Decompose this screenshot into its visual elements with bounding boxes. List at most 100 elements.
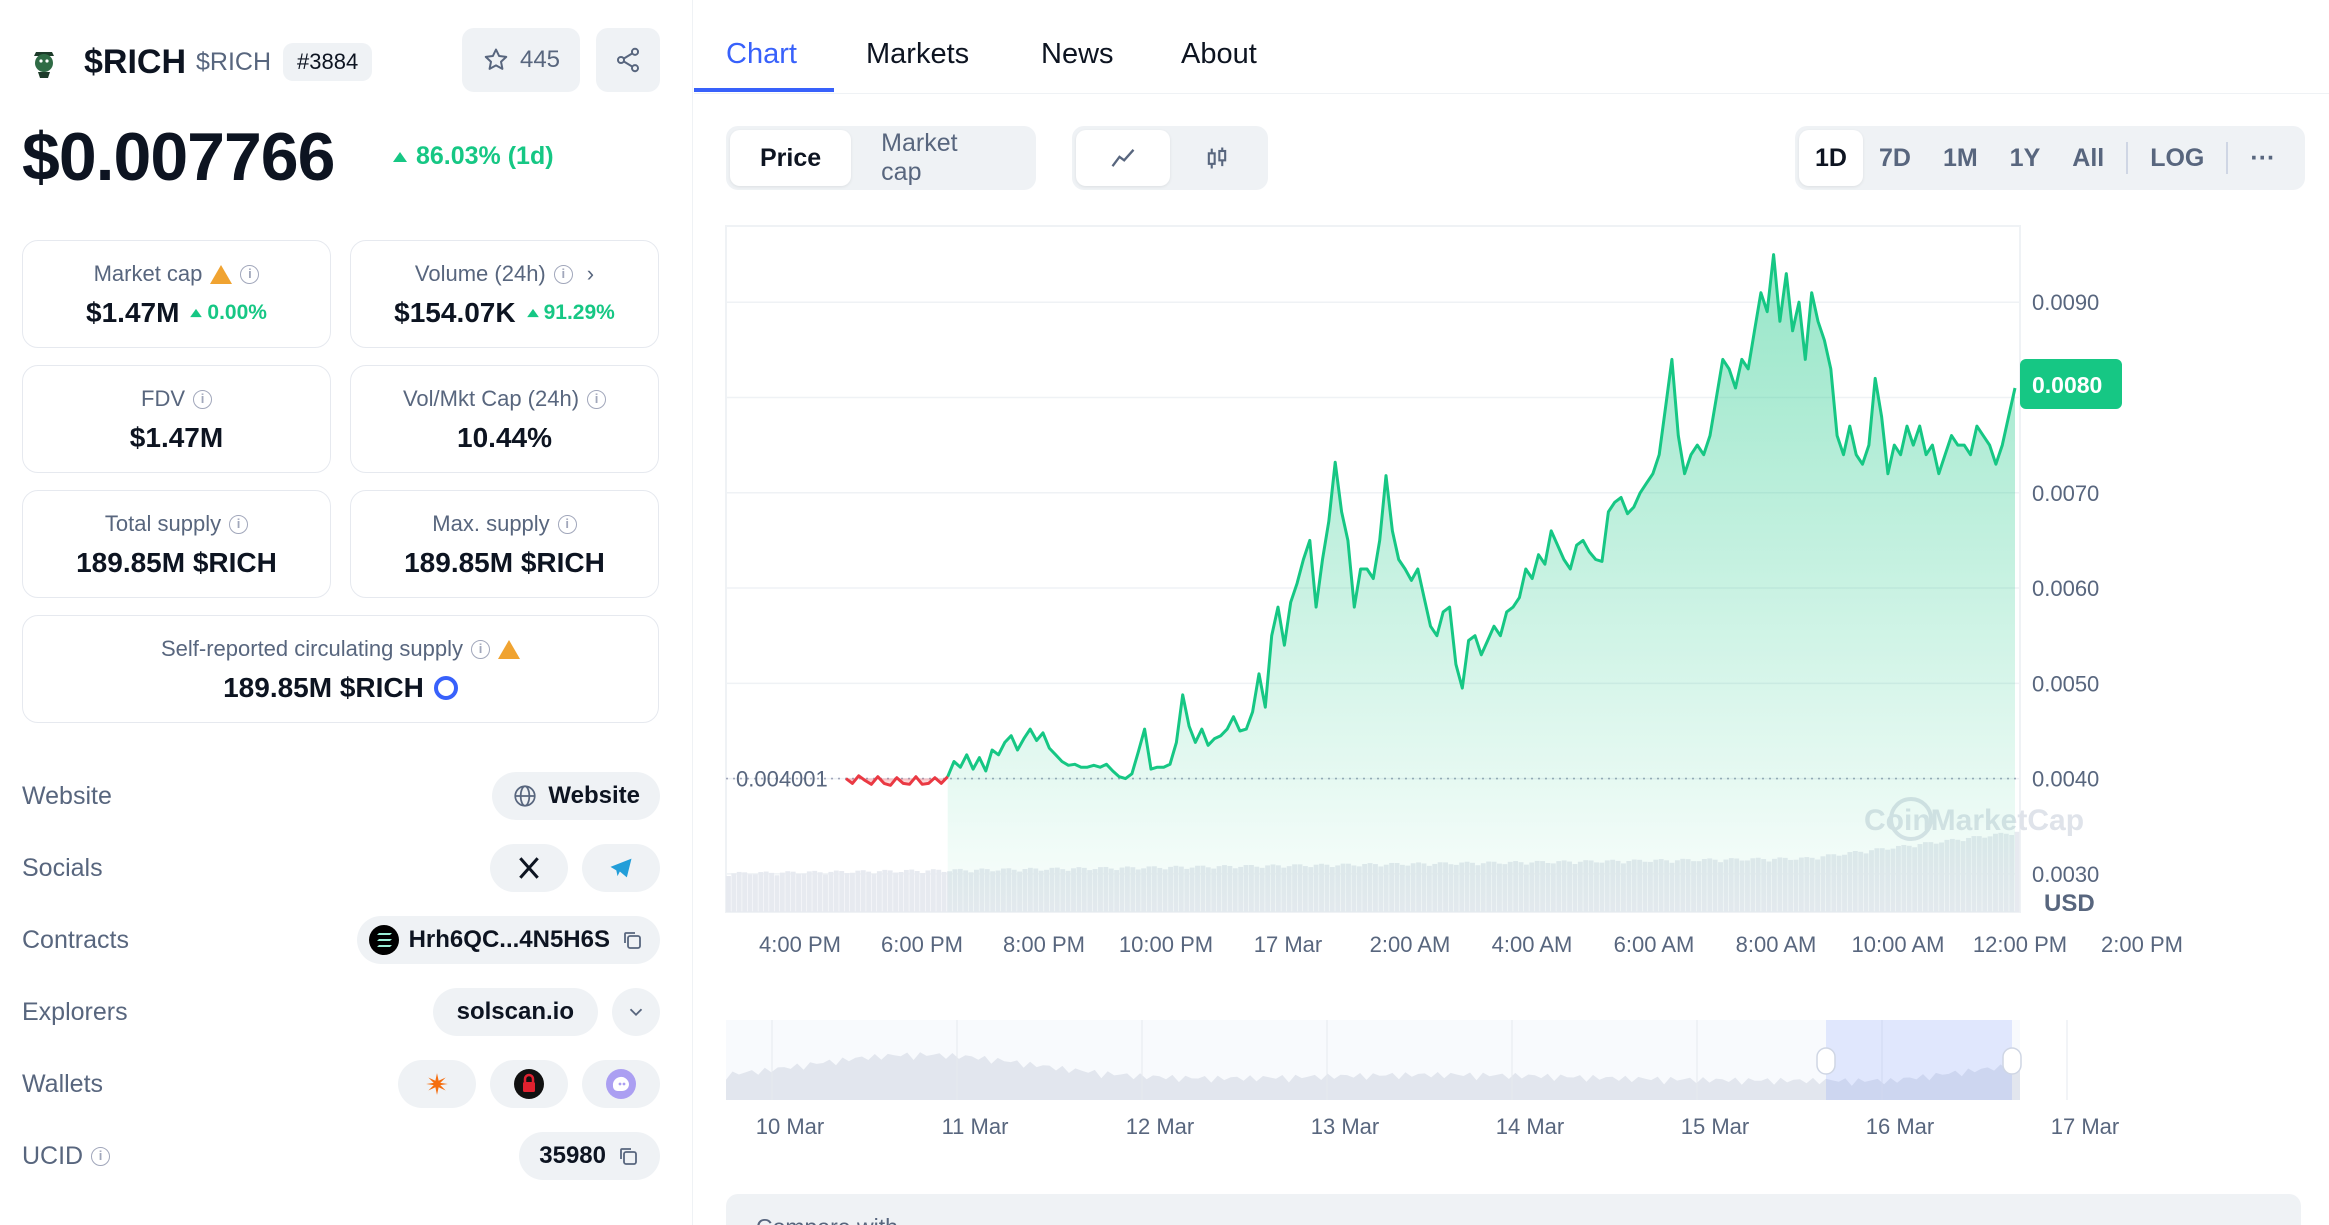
volume-bar <box>920 873 925 912</box>
log-scale-toggle[interactable]: LOG <box>2134 130 2220 186</box>
total-supply-card: Total supply i 189.85M $RICH <box>22 490 331 598</box>
warning-icon[interactable] <box>210 264 233 284</box>
info-icon[interactable]: i <box>193 389 212 409</box>
compare-with-bar[interactable]: Compare with <box>726 1194 2301 1225</box>
volume-bar <box>866 871 872 912</box>
volume-value: $154.07K <box>394 297 516 328</box>
open-price-label: 0.004001 <box>736 767 828 792</box>
ucid-button[interactable]: 35980 <box>519 1132 660 1180</box>
copy-icon[interactable] <box>620 928 644 952</box>
info-icon[interactable]: i <box>587 389 607 409</box>
range-1m[interactable]: 1M <box>1927 130 1994 186</box>
warning-icon[interactable] <box>498 639 521 659</box>
website-label: Website <box>22 781 112 810</box>
market-cap-card: Market cap i $1.47M 0.00% <box>22 240 331 348</box>
total-supply-label: Total supply <box>104 511 222 536</box>
circ-supply-value: 189.85M $RICH <box>223 672 424 703</box>
max-supply-label: Max. supply <box>432 511 550 536</box>
chevron-right-icon[interactable]: › <box>587 261 594 287</box>
volume-card[interactable]: Volume (24h) i › $154.07K 91.29% <box>350 240 659 348</box>
volume-bar <box>860 870 866 912</box>
volume-bar <box>763 871 769 912</box>
price-chart[interactable]: 0.0090 0.0080 0.0070 0.0060 0.0050 0.0040 0.00… <box>694 210 2329 1210</box>
ucid-row: UCID i 35980 <box>22 1130 660 1182</box>
explorers-row: Explorers solscan.io <box>22 986 660 1038</box>
current-price-label: 0.0080 <box>2032 372 2102 398</box>
navigator-tick-label: 16 Mar <box>1866 1114 1934 1139</box>
volume-bar <box>817 872 823 912</box>
circulating-supply-card: Self-reported circulating supply i 189.85… <box>22 615 659 723</box>
volume-bar <box>752 874 758 912</box>
price-toggle[interactable]: Price <box>730 130 852 186</box>
price-marketcap-toggle: Price Market cap <box>726 126 1036 190</box>
marketcap-toggle[interactable]: Market cap <box>851 129 1032 186</box>
navigator-handle <box>2002 1047 2022 1075</box>
volume-bar <box>914 871 920 912</box>
price-line-down <box>845 774 949 787</box>
volume-bar <box>833 870 839 912</box>
more-options-button[interactable]: ··· <box>2234 130 2291 186</box>
volume-bar <box>785 871 791 912</box>
market-cap-label: Market cap <box>93 261 203 286</box>
ucid-value: 35980 <box>539 1142 606 1169</box>
tab-about[interactable]: About <box>1181 38 1257 71</box>
info-icon[interactable]: i <box>240 264 260 284</box>
info-icon[interactable]: i <box>471 639 491 659</box>
info-icon[interactable]: i <box>553 264 573 284</box>
x-icon <box>519 857 539 879</box>
tab-bar: Chart Markets News About <box>694 0 2329 94</box>
tab-markets[interactable]: Markets <box>866 38 969 71</box>
socials-row: Socials <box>22 842 660 894</box>
vol-mkt-value: 10.44% <box>457 422 552 453</box>
rank-badge: #3884 <box>283 43 373 81</box>
website-row: Website Website <box>22 770 660 822</box>
caret-up-icon <box>526 308 539 318</box>
info-icon[interactable]: i <box>557 514 577 534</box>
volume-bar <box>823 874 828 912</box>
explorers-dropdown[interactable] <box>612 988 660 1036</box>
copy-icon[interactable] <box>616 1144 640 1168</box>
line-chart-toggle[interactable] <box>1076 130 1170 186</box>
market-cap-value: $1.47M <box>86 297 180 328</box>
volume-bar <box>742 872 748 912</box>
watchlist-button[interactable]: 445 <box>462 28 580 92</box>
volume-bar <box>941 871 947 912</box>
contract-address-button[interactable]: Hrh6QC...4N5H6S <box>356 916 660 964</box>
share-button[interactable] <box>596 28 660 92</box>
x-tick-label: 10:00 PM <box>1119 932 1213 957</box>
range-1d[interactable]: 1D <box>1799 130 1863 186</box>
volume-bar <box>774 875 780 912</box>
market-cap-change: 0.00% <box>189 301 267 325</box>
volume-bar <box>747 874 753 912</box>
wallet-button-3[interactable] <box>582 1060 660 1108</box>
info-icon[interactable]: i <box>229 514 249 534</box>
info-icon[interactable]: i <box>91 1146 111 1166</box>
website-button[interactable]: Website <box>492 772 660 820</box>
explorer-button[interactable]: solscan.io <box>432 988 598 1036</box>
volume-bar <box>876 871 882 912</box>
volume-bar <box>909 869 915 912</box>
range-all[interactable]: All <box>2056 130 2120 186</box>
volume-bar <box>855 870 861 912</box>
navigator-handle <box>1816 1047 1836 1075</box>
wallet-button-1[interactable] <box>398 1060 476 1108</box>
chart-type-toggle <box>1072 126 1268 190</box>
volume-bar <box>812 870 818 912</box>
telegram-button[interactable] <box>582 844 660 892</box>
range-7d[interactable]: 7D <box>1863 130 1927 186</box>
explorers-label: Explorers <box>22 997 128 1026</box>
x-social-button[interactable] <box>490 844 568 892</box>
wallets-row: Wallets <box>22 1058 660 1110</box>
volume-bar <box>731 873 737 912</box>
solana-icon <box>368 925 399 955</box>
candlestick-toggle[interactable] <box>1170 130 1264 186</box>
y-tick-label: 0.0060 <box>2032 576 2099 601</box>
coin-price: $0.007766 <box>22 119 335 195</box>
range-divider <box>2126 142 2129 174</box>
compare-label: Compare with <box>756 1214 898 1225</box>
range-1y[interactable]: 1Y <box>1994 130 2057 186</box>
wallet-button-2[interactable] <box>490 1060 568 1108</box>
tab-chart[interactable]: Chart <box>726 38 797 71</box>
price-area-up <box>947 254 2016 913</box>
tab-news[interactable]: News <box>1041 38 1114 71</box>
